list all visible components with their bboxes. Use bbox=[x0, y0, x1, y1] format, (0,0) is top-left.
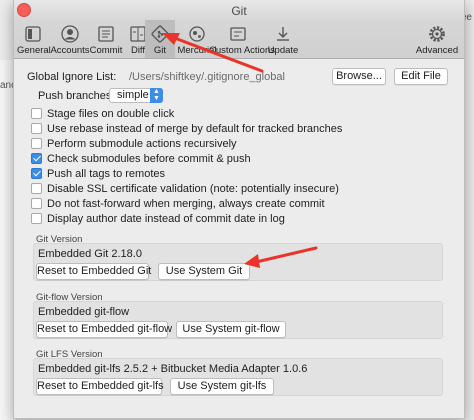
gear-icon bbox=[429, 26, 445, 42]
tab-git-label: Git bbox=[153, 45, 167, 56]
tab-accounts-label: Accounts bbox=[50, 45, 90, 56]
checkbox[interactable] bbox=[31, 108, 42, 119]
git-preferences-panel: Global Ignore List: /Users/shiftkey/.git… bbox=[14, 59, 464, 418]
chevron-up-down-icon: ▲ ▼ bbox=[150, 88, 163, 103]
checkbox-label: Disable SSL certificate validation (note… bbox=[47, 183, 339, 195]
general-icon bbox=[25, 26, 41, 42]
gitlfs-version-group: Embedded git-lfs 2.5.2 + Bitbucket Media… bbox=[33, 358, 443, 396]
checkbox[interactable] bbox=[31, 123, 42, 134]
global-ignore-path: /Users/shiftkey/.gitignore_global bbox=[129, 71, 285, 83]
reset-embedded-gitlfs-button[interactable]: Reset to Embedded git-lfs bbox=[36, 378, 164, 395]
custom-actions-icon bbox=[230, 27, 246, 41]
tab-custom-actions-label: Custom Actions bbox=[209, 45, 275, 56]
git-icon bbox=[151, 25, 169, 43]
push-branches-value: simple bbox=[117, 89, 149, 101]
tab-general-label: General bbox=[17, 45, 51, 56]
mercurial-icon bbox=[189, 26, 205, 42]
tab-update-label: Update bbox=[267, 45, 299, 56]
use-system-git-button[interactable]: Use System Git bbox=[158, 263, 250, 280]
use-system-gitlfs-button[interactable]: Use System git-lfs bbox=[170, 378, 274, 395]
gitlfs-version-value: Embedded git-lfs 2.5.2 + Bitbucket Media… bbox=[38, 363, 308, 375]
checkbox[interactable] bbox=[31, 138, 42, 149]
checkbox[interactable] bbox=[31, 198, 42, 209]
gitflow-version-value: Embedded git-flow bbox=[38, 306, 130, 318]
preferences-window: Git General Accounts Commit Diff Git Mer… bbox=[13, 0, 465, 419]
checkbox[interactable] bbox=[31, 183, 42, 194]
checkbox-label: Stage files on double click bbox=[47, 108, 175, 120]
tab-commit-label: Commit bbox=[89, 45, 123, 56]
update-icon bbox=[277, 27, 289, 41]
title-bar: Git bbox=[14, 0, 464, 20]
tab-general[interactable]: General bbox=[17, 20, 51, 58]
accounts-icon bbox=[61, 25, 79, 43]
checkbox-label: Display author date instead of commit da… bbox=[47, 213, 285, 225]
tab-accounts[interactable]: Accounts bbox=[50, 20, 90, 58]
checkbox-label: Use rebase instead of merge by default f… bbox=[47, 123, 343, 135]
use-system-gitflow-button[interactable]: Use System git-flow bbox=[176, 321, 286, 338]
commit-icon bbox=[98, 26, 114, 42]
checkbox[interactable] bbox=[31, 168, 42, 179]
push-branches-select[interactable]: simple ▲ ▼ bbox=[109, 88, 163, 103]
global-ignore-label: Global Ignore List: bbox=[27, 71, 117, 83]
browse-button[interactable]: Browse... bbox=[332, 68, 386, 85]
checkbox[interactable] bbox=[31, 153, 42, 164]
push-branches-label: Push branches: bbox=[38, 90, 115, 102]
checkbox-label: Check submodules before commit & push bbox=[47, 153, 251, 165]
preferences-toolbar: General Accounts Commit Diff Git Mercuri… bbox=[14, 20, 464, 59]
tab-advanced-label: Advanced bbox=[415, 45, 459, 56]
tab-update[interactable]: Update bbox=[267, 20, 299, 58]
reset-embedded-git-button[interactable]: Reset to Embedded Git bbox=[36, 263, 151, 280]
checkbox-label: Perform submodule actions recursively bbox=[47, 138, 237, 150]
window-title: Git bbox=[231, 4, 247, 18]
tab-git[interactable]: Git bbox=[145, 20, 175, 58]
git-version-value: Embedded Git 2.18.0 bbox=[38, 248, 142, 260]
tab-custom-actions[interactable]: Custom Actions bbox=[209, 20, 275, 58]
reset-embedded-gitflow-button[interactable]: Reset to Embedded git-flow bbox=[36, 321, 172, 338]
edit-file-button[interactable]: Edit File bbox=[394, 68, 448, 85]
tab-advanced[interactable]: Advanced bbox=[414, 20, 460, 58]
git-version-group: Embedded Git 2.18.0 Reset to Embedded Gi… bbox=[33, 243, 443, 281]
checkbox[interactable] bbox=[31, 213, 42, 224]
gitflow-version-group: Embedded git-flow Reset to Embedded git-… bbox=[33, 301, 443, 339]
checkbox-label: Do not fast-forward when merging, always… bbox=[47, 198, 325, 210]
tab-commit[interactable]: Commit bbox=[89, 20, 123, 58]
checkbox-label: Push all tags to remotes bbox=[47, 168, 166, 180]
